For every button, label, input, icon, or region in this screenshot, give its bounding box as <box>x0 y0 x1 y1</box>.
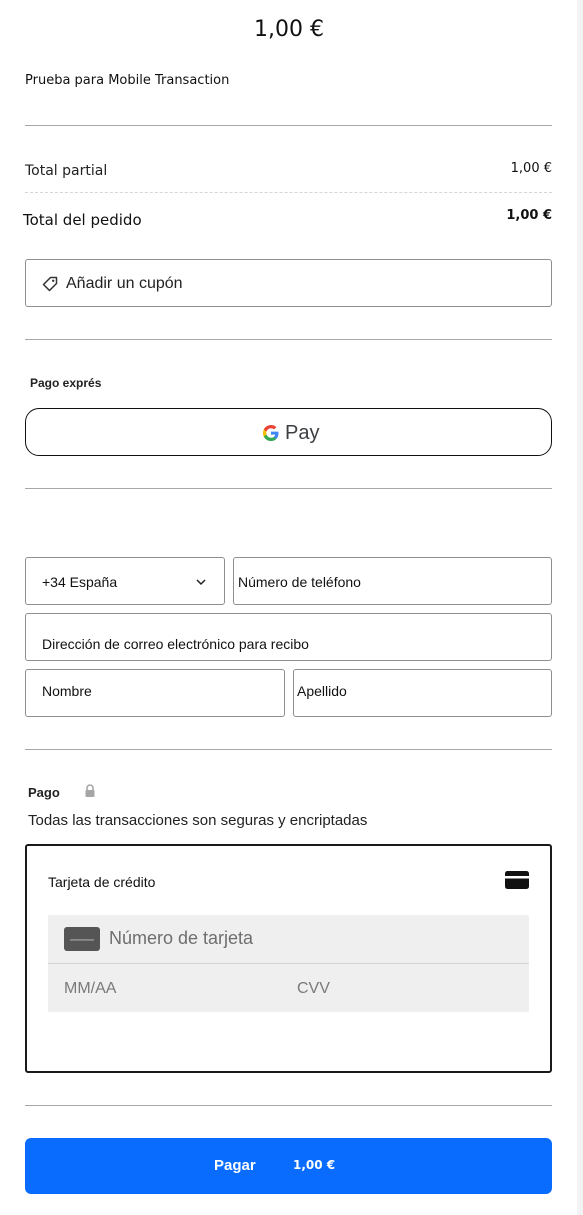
pay-button-amount: 1,00 € <box>293 1158 336 1172</box>
order-total-label: Total del pedido <box>23 211 142 229</box>
lock-icon <box>84 784 96 798</box>
credit-card-panel: Tarjeta de crédito Número de tarjeta MM/… <box>25 844 552 1073</box>
last-name-placeholder: Apellido <box>297 683 347 699</box>
google-pay-button[interactable]: Pay <box>25 408 552 456</box>
expiry-input[interactable]: MM/AA <box>48 964 281 1012</box>
pay-button[interactable]: Pagar 1,00 € <box>25 1138 552 1194</box>
first-name-placeholder: Nombre <box>42 683 92 699</box>
phone-number-placeholder: Número de teléfono <box>238 574 361 590</box>
summary-divider <box>25 192 552 193</box>
country-code-value: +34 España <box>42 574 118 590</box>
order-description: Prueba para Mobile Transaction <box>25 73 230 88</box>
cvv-input[interactable]: CVV <box>281 964 529 1012</box>
add-coupon-label: Añadir un cupón <box>66 275 183 292</box>
credit-card-method-label: Tarjeta de crédito <box>48 874 156 890</box>
divider <box>25 749 552 750</box>
card-number-placeholder: Número de tarjeta <box>109 928 254 948</box>
divider <box>25 488 552 489</box>
card-fields-group: Número de tarjeta MM/AA CVV <box>48 915 529 1012</box>
pay-button-label: Pagar <box>214 1157 256 1174</box>
express-checkout-title: Pago exprés <box>30 376 102 390</box>
first-name-input[interactable]: Nombre <box>25 669 285 717</box>
add-coupon-button[interactable]: Añadir un cupón <box>25 259 552 307</box>
credit-card-icon <box>505 870 529 890</box>
divider <box>25 339 552 340</box>
country-code-select[interactable]: +34 España <box>25 557 225 605</box>
page-scrollbar[interactable] <box>577 0 583 1215</box>
phone-number-input[interactable]: Número de teléfono <box>233 557 552 605</box>
subtotal-label: Total partial <box>25 163 108 179</box>
card-number-input[interactable]: Número de tarjeta <box>48 915 529 964</box>
google-pay-label: Pay <box>285 422 320 444</box>
divider <box>25 1105 552 1106</box>
cvv-placeholder: CVV <box>297 980 330 997</box>
order-total-value: 1,00 € <box>506 208 552 223</box>
last-name-input[interactable]: Apellido <box>293 669 552 717</box>
payment-title: Pago <box>28 785 60 800</box>
expiry-placeholder: MM/AA <box>64 980 117 997</box>
google-g-icon <box>262 424 280 442</box>
divider <box>25 125 552 126</box>
tag-icon <box>41 275 59 293</box>
card-brand-icon <box>64 927 100 951</box>
receipt-email-input[interactable]: Dirección de correo electrónico para rec… <box>25 613 552 661</box>
secure-transactions-text: Todas las transacciones son seguras y en… <box>28 812 368 829</box>
chevron-down-icon <box>195 575 207 587</box>
subtotal-value: 1,00 € <box>510 161 552 176</box>
order-total-title: 1,00 € <box>254 17 324 42</box>
receipt-email-placeholder: Dirección de correo electrónico para rec… <box>42 636 309 652</box>
